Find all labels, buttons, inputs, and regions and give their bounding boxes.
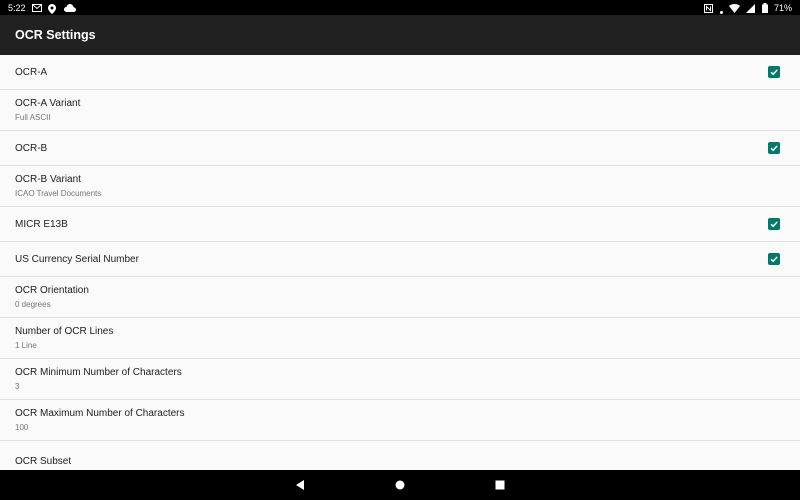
setting-title: MICR E13B [15, 218, 68, 230]
setting-ocr-a[interactable]: OCR-A [0, 55, 800, 90]
setting-title: OCR-B Variant [15, 174, 81, 185]
setting-title: OCR Maximum Number of Characters [15, 408, 185, 419]
setting-title: OCR Orientation [15, 285, 89, 296]
setting-summary: 3 [15, 382, 20, 391]
setting-micr-e13b[interactable]: MICR E13B [0, 207, 800, 242]
page-title: OCR Settings [15, 28, 96, 42]
setting-text: OCR-B Variant ICAO Travel Documents [15, 174, 780, 198]
setting-text: OCR Minimum Number of Characters 3 [15, 367, 780, 391]
setting-summary: 100 [15, 423, 29, 432]
location-icon [47, 3, 58, 14]
app-bar: OCR Settings [0, 15, 800, 55]
checkmark-icon [770, 145, 778, 152]
setting-title: US Currency Serial Number [15, 253, 139, 265]
setting-text: OCR-B [15, 143, 768, 154]
status-bar: 5:22 71% [0, 0, 800, 15]
setting-title: OCR Minimum Number of Characters [15, 367, 182, 378]
setting-us-currency-serial[interactable]: US Currency Serial Number [0, 242, 800, 277]
checkmark-icon [770, 221, 778, 228]
ocr-a-checkbox[interactable] [768, 66, 780, 78]
setting-text: OCR-A Variant Full ASCII [15, 98, 780, 122]
setting-title: Number of OCR Lines [15, 326, 114, 337]
setting-title: OCR-A Variant [15, 98, 81, 109]
back-button[interactable] [250, 470, 350, 500]
home-button[interactable] [350, 470, 450, 500]
battery-percent: 71% [773, 2, 792, 13]
setting-summary: 0 degrees [15, 300, 51, 309]
battery-icon [761, 2, 768, 13]
recents-icon [495, 480, 505, 490]
setting-ocr-orientation[interactable]: OCR Orientation 0 degrees [0, 277, 800, 318]
settings-list[interactable]: OCR-A OCR-A Variant Full ASCII OCR-B OCR… [0, 55, 800, 470]
micr-e13b-checkbox[interactable] [768, 218, 780, 230]
setting-title: OCR-A [15, 66, 48, 78]
setting-text: Number of OCR Lines 1 Line [15, 326, 780, 350]
dot-icon [719, 6, 723, 14]
setting-text: US Currency Serial Number [15, 254, 768, 265]
setting-text: OCR-A [15, 67, 768, 78]
setting-summary: 1 Line [15, 341, 37, 350]
recents-button[interactable] [450, 470, 550, 500]
setting-title: OCR-B [15, 142, 48, 154]
wifi-icon [728, 3, 740, 13]
setting-text: OCR Orientation 0 degrees [15, 285, 780, 309]
setting-summary: Full ASCII [15, 113, 51, 122]
cloud-icon [63, 3, 76, 12]
status-left: 5:22 [8, 2, 76, 14]
status-right: 71% [703, 2, 792, 14]
status-time: 5:22 [8, 2, 26, 13]
setting-ocr-min-chars[interactable]: OCR Minimum Number of Characters 3 [0, 359, 800, 400]
setting-ocr-a-variant[interactable]: OCR-A Variant Full ASCII [0, 90, 800, 131]
signal-icon [745, 3, 756, 13]
home-icon [395, 480, 405, 490]
setting-number-of-ocr-lines[interactable]: Number of OCR Lines 1 Line [0, 318, 800, 359]
nfc-icon [703, 3, 714, 13]
setting-ocr-max-chars[interactable]: OCR Maximum Number of Characters 100 [0, 400, 800, 441]
setting-ocr-b-variant[interactable]: OCR-B Variant ICAO Travel Documents [0, 166, 800, 207]
back-icon [296, 480, 304, 490]
checkmark-icon [770, 69, 778, 76]
gmail-icon [31, 3, 42, 12]
setting-text: MICR E13B [15, 219, 768, 230]
checkmark-icon [770, 256, 778, 263]
setting-text: OCR Maximum Number of Characters 100 [15, 408, 780, 432]
navigation-bar [0, 470, 800, 500]
ocr-b-checkbox[interactable] [768, 142, 780, 154]
setting-ocr-b[interactable]: OCR-B [0, 131, 800, 166]
us-currency-checkbox[interactable] [768, 253, 780, 265]
setting-ocr-subset[interactable]: OCR Subset [0, 441, 800, 470]
setting-text: OCR Subset [15, 456, 780, 467]
setting-summary: ICAO Travel Documents [15, 189, 102, 198]
setting-title: OCR Subset [15, 455, 72, 467]
